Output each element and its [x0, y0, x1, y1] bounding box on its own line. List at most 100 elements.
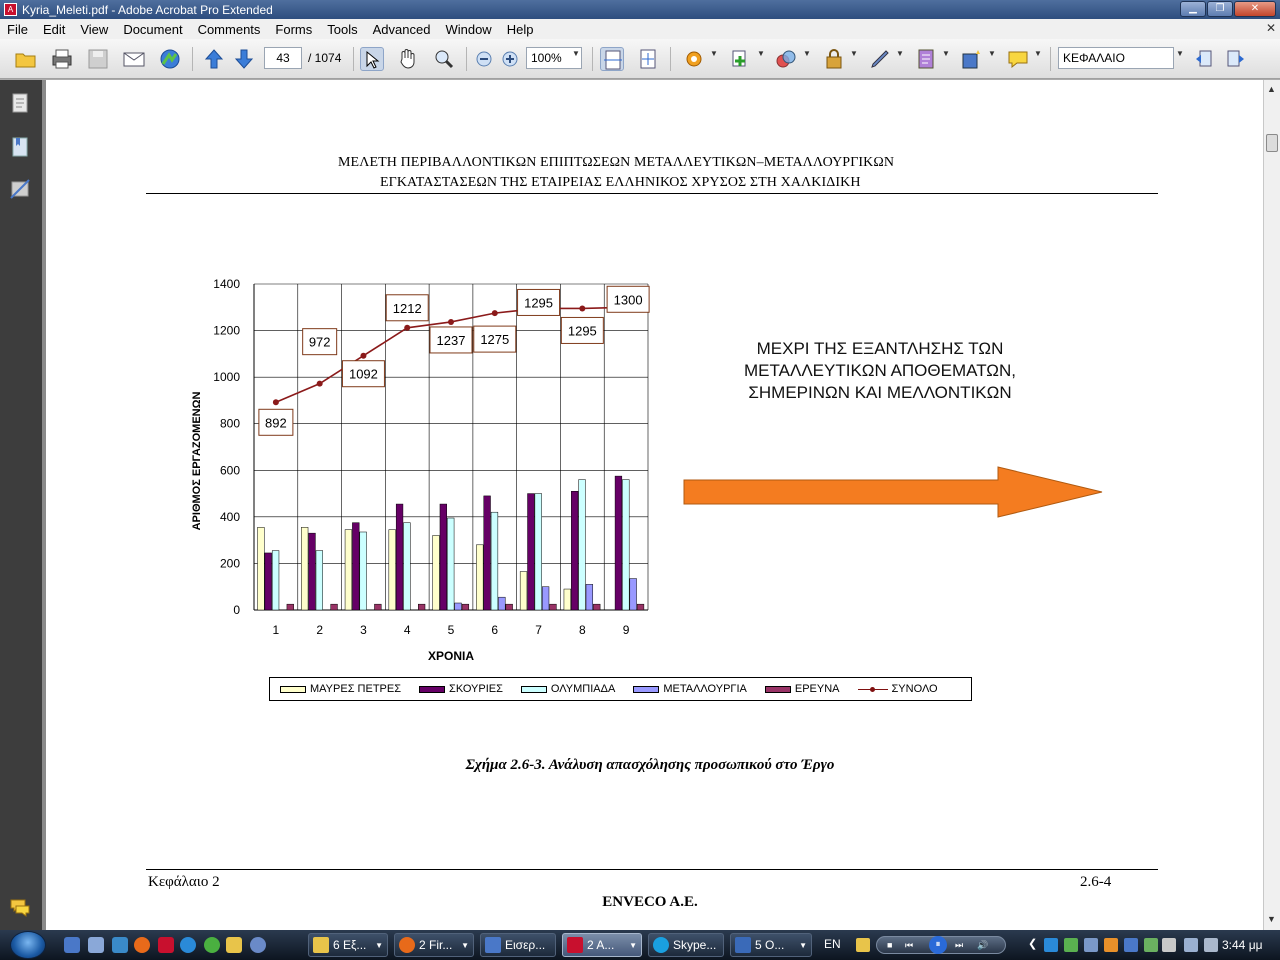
- vertical-scrollbar[interactable]: ▲ ▼: [1263, 80, 1280, 930]
- signatures-panel-icon[interactable]: [9, 178, 31, 200]
- multimedia-icon[interactable]: [960, 47, 984, 71]
- app-shortcut-icon[interactable]: [250, 937, 266, 953]
- combine-files-icon[interactable]: [728, 47, 752, 71]
- tray-app-icon[interactable]: [1064, 938, 1078, 952]
- chevron-down-icon[interactable]: ▼: [757, 49, 765, 58]
- taskbar-item-firefox[interactable]: 2 Fir... ▼: [394, 933, 474, 957]
- chevron-down-icon[interactable]: ▼: [572, 49, 580, 58]
- secure-lock-icon[interactable]: [822, 47, 846, 71]
- menu-file[interactable]: File: [0, 22, 36, 37]
- header-rule: [146, 193, 1158, 194]
- show-desktop-icon[interactable]: [64, 937, 80, 953]
- taskbar-item-outlook[interactable]: 5 O... ▼: [730, 933, 812, 957]
- menu-advanced[interactable]: Advanced: [366, 22, 439, 37]
- comments-panel-icon[interactable]: [9, 896, 31, 918]
- chevron-down-icon[interactable]: ▼: [1034, 49, 1042, 58]
- start-button[interactable]: [10, 931, 46, 959]
- bar-4: [498, 596, 506, 611]
- chevron-down-icon[interactable]: ▼: [896, 49, 904, 58]
- print-icon[interactable]: [50, 47, 74, 71]
- minimize-button[interactable]: ▁: [1180, 1, 1206, 17]
- tray-app-icon[interactable]: [1144, 938, 1158, 952]
- menu-view[interactable]: View: [73, 22, 116, 37]
- zoom-marquee-icon[interactable]: [432, 47, 456, 71]
- chevron-down-icon[interactable]: ▼: [710, 49, 718, 58]
- pages-panel-icon[interactable]: [9, 92, 31, 114]
- tray-app-icon[interactable]: [1044, 938, 1058, 952]
- zoom-in-icon[interactable]: [498, 47, 522, 71]
- chevron-down-icon[interactable]: ▼: [1176, 49, 1184, 58]
- chrome-icon[interactable]: [204, 937, 220, 953]
- clock[interactable]: 3:44 μμ: [1222, 938, 1263, 952]
- total-point: [360, 352, 367, 359]
- document-header-line-2: ΕΓΚΑΤΑΣΤΑΣΕΩΝ ΤΗΣ ΕΤΑΙΡΕΙΑΣ ΕΛΛΗΝΙΚΟΣ ΧΡ…: [380, 175, 861, 190]
- media-player-icon[interactable]: [856, 938, 870, 952]
- close-document-icon[interactable]: ✕: [1266, 21, 1276, 35]
- bar-5: [461, 603, 470, 611]
- page-number-input[interactable]: 43: [264, 47, 302, 69]
- app-shortcut-icon[interactable]: [158, 937, 174, 953]
- switch-windows-icon[interactable]: [88, 937, 104, 953]
- create-pdf-icon[interactable]: [682, 47, 706, 71]
- zoom-out-icon[interactable]: [472, 47, 496, 71]
- next-track-icon[interactable]: ⏭: [955, 940, 963, 951]
- page-total-label: / 1074: [308, 51, 342, 65]
- pause-icon[interactable]: ⏸: [929, 936, 947, 954]
- tray-app-icon[interactable]: [1104, 938, 1118, 952]
- tray-app-icon[interactable]: [1162, 938, 1176, 952]
- menu-tools[interactable]: Tools: [320, 22, 365, 37]
- comment-icon[interactable]: [1006, 47, 1030, 71]
- scroll-down-icon[interactable]: ▼: [1267, 914, 1276, 924]
- collaborate-globe-icon[interactable]: [158, 47, 182, 71]
- menu-document[interactable]: Document: [116, 22, 190, 37]
- x-tick-label: 6: [491, 623, 498, 637]
- scroll-thumb[interactable]: [1266, 134, 1278, 152]
- search-input[interactable]: ΚΕΦΑΛΑΙΟ: [1058, 47, 1174, 69]
- email-icon[interactable]: [122, 47, 146, 71]
- sign-pen-icon[interactable]: [868, 47, 892, 71]
- language-indicator[interactable]: EN: [824, 937, 841, 951]
- volume-icon[interactable]: 🔊: [977, 940, 988, 951]
- next-page-icon[interactable]: [232, 47, 256, 71]
- volume-tray-icon[interactable]: [1204, 938, 1218, 952]
- select-tool-icon[interactable]: [360, 47, 384, 71]
- tray-app-icon[interactable]: [1124, 938, 1138, 952]
- find-previous-icon[interactable]: [1192, 47, 1216, 71]
- previous-track-icon[interactable]: ⏮: [905, 940, 913, 951]
- fit-page-icon[interactable]: [636, 47, 660, 71]
- browser-icon[interactable]: [112, 937, 128, 953]
- export-icon[interactable]: [774, 47, 798, 71]
- network-icon[interactable]: [1184, 938, 1198, 952]
- forms-icon[interactable]: [914, 47, 938, 71]
- open-folder-icon[interactable]: [14, 47, 38, 71]
- tray-expand-icon[interactable]: ❮: [1028, 937, 1037, 950]
- chevron-down-icon[interactable]: ▼: [850, 49, 858, 58]
- menu-help[interactable]: Help: [500, 22, 542, 37]
- chevron-down-icon[interactable]: ▼: [942, 49, 950, 58]
- menu-window[interactable]: Window: [438, 22, 499, 37]
- hand-tool-icon[interactable]: [396, 47, 420, 71]
- restore-button[interactable]: ❐: [1207, 1, 1233, 17]
- find-next-icon[interactable]: [1224, 47, 1248, 71]
- taskbar-item-folders[interactable]: 6 Εξ... ▼: [308, 933, 388, 957]
- tray-app-icon[interactable]: [1084, 938, 1098, 952]
- folder-icon[interactable]: [226, 937, 242, 953]
- menu-forms[interactable]: Forms: [268, 22, 320, 37]
- previous-page-icon[interactable]: [202, 47, 226, 71]
- firefox-icon[interactable]: [134, 937, 150, 953]
- menu-comments[interactable]: Comments: [191, 22, 269, 37]
- taskbar-item-skype[interactable]: Skype...: [648, 933, 724, 957]
- scroll-up-icon[interactable]: ▲: [1267, 84, 1276, 94]
- close-button[interactable]: ✕: [1234, 1, 1276, 17]
- data-label: 1300: [614, 292, 643, 307]
- chevron-down-icon[interactable]: ▼: [988, 49, 996, 58]
- chevron-down-icon[interactable]: ▼: [803, 49, 811, 58]
- menu-edit[interactable]: Edit: [36, 22, 73, 37]
- save-icon[interactable]: [86, 47, 110, 71]
- fit-width-icon[interactable]: [600, 47, 624, 71]
- taskbar-item-acrobat[interactable]: 2 A... ▼: [562, 933, 642, 957]
- taskbar-item-inbox[interactable]: Εισερ...: [480, 933, 556, 957]
- stop-icon[interactable]: ■: [887, 940, 892, 950]
- internet-explorer-icon[interactable]: [180, 937, 196, 953]
- bookmarks-panel-icon[interactable]: [9, 136, 31, 158]
